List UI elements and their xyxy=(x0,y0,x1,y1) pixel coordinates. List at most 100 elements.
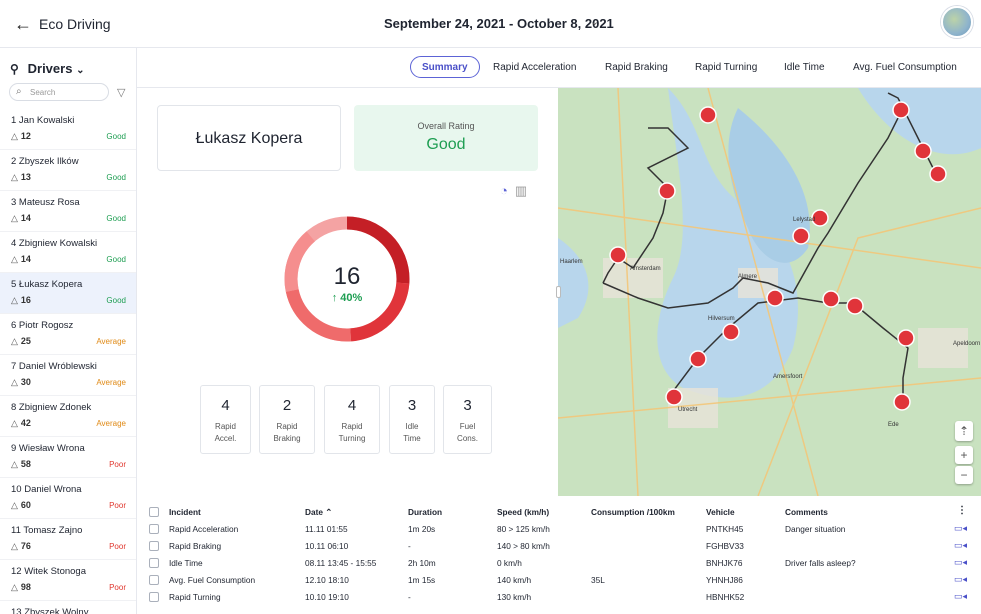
col-duration[interactable]: Duration xyxy=(408,507,442,517)
stat-card[interactable]: 3 Fuel Cons. xyxy=(443,385,492,454)
chevron-down-icon[interactable]: ⌄ xyxy=(590,15,599,28)
driver-list-item[interactable]: 11 Tomasz Zajno △ 76 Poor xyxy=(0,519,136,560)
drivers-dropdown[interactable]: ⚲ Drivers ⌄ xyxy=(10,61,84,76)
row-checkbox[interactable] xyxy=(149,575,159,585)
rating-badge: Good xyxy=(106,255,126,264)
warning-icon: △ xyxy=(11,254,18,264)
table-row[interactable]: Rapid Braking 10.11 06:10 - 140 > 80 km/h FG… xyxy=(137,538,981,555)
pie-chart-icon[interactable]: ◔ xyxy=(500,183,508,198)
tab-rapid-braking[interactable]: Rapid Braking xyxy=(605,62,668,73)
driver-list-item[interactable]: 2 Zbyszek Ilków △ 13 Good xyxy=(0,150,136,191)
stat-label-line: Cons. xyxy=(457,434,478,443)
driver-name: 2 Zbyszek Ilków xyxy=(11,156,79,167)
rating-badge: Good xyxy=(106,296,126,305)
incident-count-value: 76 xyxy=(20,541,31,551)
route-map[interactable]: Amsterdam Utrecht Amersfoort Almere Lelysta… xyxy=(558,88,981,496)
stat-label-line: Rapid xyxy=(341,422,363,431)
stat-card[interactable]: 4 Rapid Turning xyxy=(324,385,380,454)
back-arrow-icon[interactable]: ← xyxy=(14,14,34,34)
warning-icon: △ xyxy=(11,131,18,141)
col-comments[interactable]: Comments xyxy=(785,507,828,517)
bar-chart-icon[interactable]: ▥ xyxy=(515,183,527,198)
rating-badge: Good xyxy=(106,132,126,141)
stat-card[interactable]: 2 Rapid Braking xyxy=(259,385,315,454)
video-icon[interactable]: ▭◂ xyxy=(954,523,967,534)
tab-rapid-acceleration[interactable]: Rapid Acceleration xyxy=(493,62,576,73)
panel-resize-handle[interactable] xyxy=(556,286,561,298)
zoom-in-button[interactable]: + xyxy=(955,446,973,464)
cell-speed: 80 > 125 km/h xyxy=(497,524,550,534)
more-options-icon[interactable]: ⋮ xyxy=(957,505,967,516)
search-input[interactable] xyxy=(30,86,104,98)
incidents-table: Incident Date ⌃ Duration Speed (km/h) Co… xyxy=(137,500,981,614)
row-checkbox[interactable] xyxy=(149,524,159,534)
date-range-selector[interactable]: September 24, 2021 - October 8, 2021 xyxy=(384,16,614,31)
search-icon: ⌕ xyxy=(16,86,22,97)
filter-icon[interactable]: ▽ xyxy=(117,86,125,99)
overall-rating-value: Good xyxy=(426,136,466,153)
stat-label-line: Braking xyxy=(273,434,301,443)
map-compass-icon[interactable]: ⇡ xyxy=(955,421,973,441)
driver-name: 8 Zbigniew Zdonek xyxy=(11,402,92,413)
col-incident[interactable]: Incident xyxy=(169,507,201,517)
tab-avg-fuel-consumption[interactable]: Avg. Fuel Consumption xyxy=(853,62,957,73)
video-icon[interactable]: ▭◂ xyxy=(954,574,967,585)
stat-value: 4 xyxy=(221,397,230,414)
summary-panel: Łukasz Kopera Overall Rating Good ◔ ▥ 16 … xyxy=(137,88,558,496)
svg-text:Apeldoorn: Apeldoorn xyxy=(953,341,980,347)
driver-name: 5 Łukasz Kopera xyxy=(11,279,83,290)
warning-icon: △ xyxy=(11,295,18,305)
stat-label-line: Accel. xyxy=(214,434,237,443)
rating-badge: Poor xyxy=(109,583,126,592)
tab-idle-time[interactable]: Idle Time xyxy=(784,62,825,73)
col-consumption[interactable]: Consumption /100km xyxy=(591,507,675,517)
select-all-checkbox[interactable] xyxy=(149,507,159,517)
stat-card[interactable]: 4 Rapid Accel. xyxy=(200,385,251,454)
driver-list-item[interactable]: 7 Daniel Wróblewski △ 30 Average xyxy=(0,355,136,396)
stat-label-line: Time xyxy=(403,434,421,443)
row-checkbox[interactable] xyxy=(149,558,159,568)
incidents-donut: 16 ↑ 40% xyxy=(283,215,411,343)
cell-incident: Idle Time xyxy=(169,558,203,568)
video-icon[interactable]: ▭◂ xyxy=(954,540,967,551)
driver-list-item[interactable]: 3 Mateusz Rosa △ 14 Good xyxy=(0,191,136,232)
driver-list-item[interactable]: 4 Zbigniew Kowalski △ 14 Good xyxy=(0,232,136,273)
driver-list-item[interactable]: 9 Wiesław Wrona △ 58 Poor xyxy=(0,437,136,478)
tab-rapid-turning[interactable]: Rapid Turning xyxy=(695,62,757,73)
chevron-down-icon: ⌄ xyxy=(76,65,85,76)
incident-count: △ 13 xyxy=(11,172,31,183)
incident-count-value: 14 xyxy=(20,254,31,264)
driver-list-item[interactable]: 6 Piotr Rogosz △ 25 Average xyxy=(0,314,136,355)
view-switcher: ◔ ▥ xyxy=(500,183,527,199)
table-row[interactable]: Avg. Fuel Consumption 12.10 18:10 1m 15s 14… xyxy=(137,572,981,589)
col-date[interactable]: Date ⌃ xyxy=(305,507,332,517)
table-header: Incident Date ⌃ Duration Speed (km/h) Co… xyxy=(137,504,981,521)
table-row[interactable]: Idle Time 08.11 13:45 - 15:55 2h 10m 0 km/h… xyxy=(137,555,981,572)
driver-list-item[interactable]: 1 Jan Kowalski △ 12 Good xyxy=(0,109,136,150)
incident-tabs: Summary Rapid Acceleration Rapid Braking Ra… xyxy=(137,48,981,88)
video-icon[interactable]: ▭◂ xyxy=(954,557,967,568)
driver-list-item[interactable]: 5 Łukasz Kopera △ 16 Good xyxy=(0,273,136,314)
col-speed[interactable]: Speed (km/h) xyxy=(497,507,549,517)
map-avatar[interactable] xyxy=(941,6,973,38)
driver-list-item[interactable]: 12 Witek Stonoga △ 98 Poor xyxy=(0,560,136,601)
driver-list-item[interactable]: 8 Zbigniew Zdonek △ 42 Average xyxy=(0,396,136,437)
driver-name: 3 Mateusz Rosa xyxy=(11,197,80,208)
stat-label: Idle Time xyxy=(390,421,434,445)
zoom-out-button[interactable]: − xyxy=(955,466,973,484)
svg-text:Ede: Ede xyxy=(888,422,899,428)
stat-card[interactable]: 3 Idle Time xyxy=(389,385,435,454)
row-checkbox[interactable] xyxy=(149,541,159,551)
search-box[interactable]: ⌕ xyxy=(9,83,109,101)
col-vehicle[interactable]: Vehicle xyxy=(706,507,735,517)
incident-count: △ 12 xyxy=(11,131,31,142)
video-icon[interactable]: ▭◂ xyxy=(954,591,967,602)
table-row[interactable]: Rapid Acceleration 11.11 01:55 1m 20s 80 > … xyxy=(137,521,981,538)
table-row[interactable]: Rapid Turning 10.10 19:10 - 130 km/h HBNHK52… xyxy=(137,589,981,606)
incident-count: △ 16 xyxy=(11,295,31,306)
incident-count-value: 60 xyxy=(20,500,31,510)
tab-summary[interactable]: Summary xyxy=(410,56,480,78)
driver-list-item[interactable]: 10 Daniel Wrona △ 60 Poor xyxy=(0,478,136,519)
driver-list-item[interactable]: 13 Zbyszek Wolny xyxy=(0,601,136,614)
row-checkbox[interactable] xyxy=(149,592,159,602)
